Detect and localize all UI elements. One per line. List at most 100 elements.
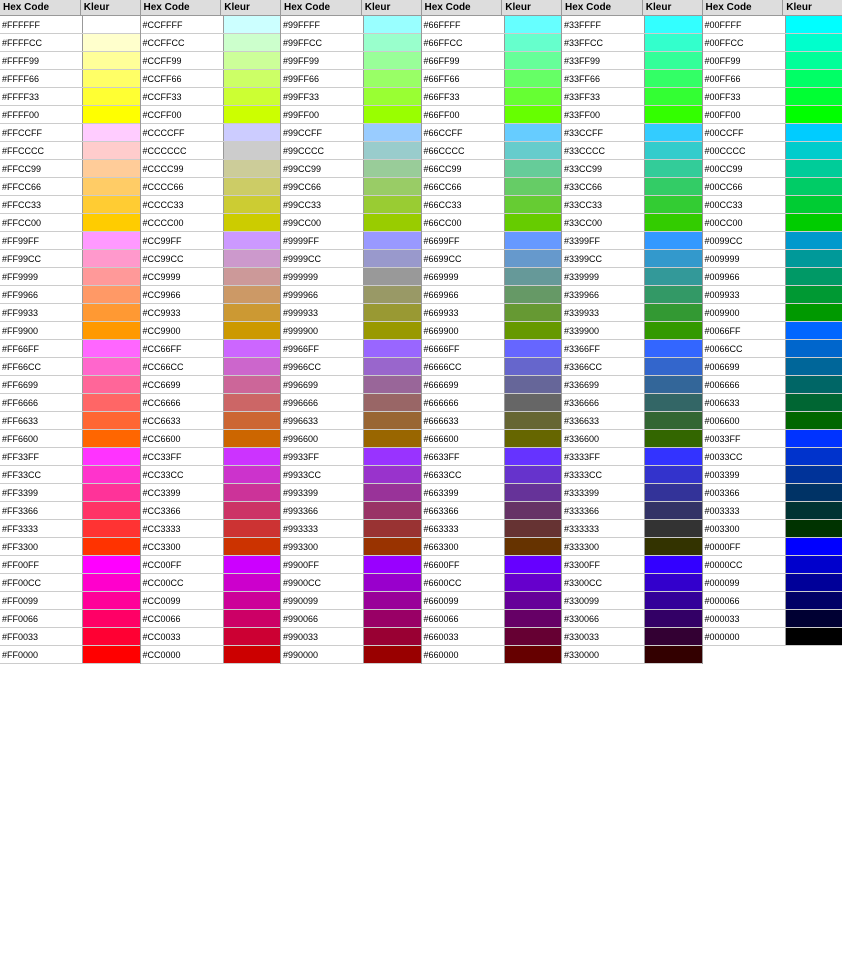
color-swatch[interactable]: [364, 268, 420, 285]
color-row[interactable]: #CCCC33: [141, 196, 281, 214]
color-row[interactable]: #CC3300: [141, 538, 281, 556]
color-swatch[interactable]: [505, 16, 561, 33]
color-swatch[interactable]: [645, 178, 701, 195]
color-row[interactable]: #FF6666: [0, 394, 140, 412]
color-swatch[interactable]: [786, 142, 842, 159]
color-row[interactable]: #66FFCC: [422, 34, 562, 52]
color-row[interactable]: #00CC66: [703, 178, 842, 196]
color-row[interactable]: #66FF99: [422, 52, 562, 70]
color-swatch[interactable]: [364, 304, 420, 321]
color-row[interactable]: #669933: [422, 304, 562, 322]
color-row[interactable]: #66FFFF: [422, 16, 562, 34]
color-swatch[interactable]: [645, 88, 701, 105]
color-swatch[interactable]: [83, 358, 139, 375]
color-row[interactable]: #33FF99: [562, 52, 702, 70]
color-row[interactable]: #993399: [281, 484, 421, 502]
color-row[interactable]: #33FF00: [562, 106, 702, 124]
color-swatch[interactable]: [786, 466, 842, 483]
color-row[interactable]: #FFFF66: [0, 70, 140, 88]
color-swatch[interactable]: [786, 268, 842, 285]
color-row[interactable]: #FF3300: [0, 538, 140, 556]
color-row[interactable]: #FF9933: [0, 304, 140, 322]
color-swatch[interactable]: [505, 394, 561, 411]
color-row[interactable]: #CC33FF: [141, 448, 281, 466]
color-swatch[interactable]: [505, 268, 561, 285]
color-row[interactable]: #CC99CC: [141, 250, 281, 268]
color-row[interactable]: #99FF99: [281, 52, 421, 70]
color-row[interactable]: #66CC00: [422, 214, 562, 232]
color-swatch[interactable]: [83, 250, 139, 267]
color-row[interactable]: #333399: [562, 484, 702, 502]
color-swatch[interactable]: [786, 16, 842, 33]
color-row[interactable]: #CCFF00: [141, 106, 281, 124]
color-swatch[interactable]: [83, 322, 139, 339]
color-row[interactable]: #990033: [281, 628, 421, 646]
color-swatch[interactable]: [224, 574, 280, 591]
color-swatch[interactable]: [364, 376, 420, 393]
color-row[interactable]: #996666: [281, 394, 421, 412]
color-swatch[interactable]: [505, 142, 561, 159]
color-swatch[interactable]: [364, 592, 420, 609]
color-swatch[interactable]: [645, 250, 701, 267]
color-swatch[interactable]: [505, 232, 561, 249]
color-row[interactable]: #FF3399: [0, 484, 140, 502]
color-swatch[interactable]: [224, 214, 280, 231]
color-swatch[interactable]: [505, 340, 561, 357]
color-row[interactable]: #FF9999: [0, 268, 140, 286]
color-row[interactable]: #CC6699: [141, 376, 281, 394]
color-row[interactable]: #3366FF: [562, 340, 702, 358]
color-swatch[interactable]: [505, 214, 561, 231]
color-swatch[interactable]: [83, 178, 139, 195]
color-row[interactable]: #FFFFFF: [0, 16, 140, 34]
color-row[interactable]: #330000: [562, 646, 702, 664]
color-row[interactable]: #9966FF: [281, 340, 421, 358]
color-row[interactable]: #CC3366: [141, 502, 281, 520]
color-swatch[interactable]: [83, 232, 139, 249]
color-swatch[interactable]: [224, 52, 280, 69]
color-row[interactable]: #FFCC99: [0, 160, 140, 178]
color-row[interactable]: #9933CC: [281, 466, 421, 484]
color-swatch[interactable]: [505, 484, 561, 501]
color-swatch[interactable]: [224, 394, 280, 411]
color-row[interactable]: #3300FF: [562, 556, 702, 574]
color-swatch[interactable]: [83, 646, 139, 663]
color-swatch[interactable]: [224, 304, 280, 321]
color-swatch[interactable]: [786, 232, 842, 249]
color-row[interactable]: #009900: [703, 304, 842, 322]
color-row[interactable]: #0000FF: [703, 538, 842, 556]
color-row[interactable]: #FF00FF: [0, 556, 140, 574]
color-swatch[interactable]: [364, 466, 420, 483]
color-row[interactable]: #3300CC: [562, 574, 702, 592]
color-row[interactable]: #993333: [281, 520, 421, 538]
color-swatch[interactable]: [505, 556, 561, 573]
color-row[interactable]: #660033: [422, 628, 562, 646]
color-swatch[interactable]: [224, 628, 280, 645]
color-swatch[interactable]: [83, 142, 139, 159]
color-swatch[interactable]: [645, 628, 701, 645]
color-swatch[interactable]: [786, 88, 842, 105]
color-row[interactable]: #003366: [703, 484, 842, 502]
color-swatch[interactable]: [505, 520, 561, 537]
color-row[interactable]: #00CC99: [703, 160, 842, 178]
color-swatch[interactable]: [224, 106, 280, 123]
color-swatch[interactable]: [224, 124, 280, 141]
color-swatch[interactable]: [83, 34, 139, 51]
color-swatch[interactable]: [83, 88, 139, 105]
color-row[interactable]: #006666: [703, 376, 842, 394]
color-row[interactable]: #990000: [281, 646, 421, 664]
color-swatch[interactable]: [224, 484, 280, 501]
color-row[interactable]: #663366: [422, 502, 562, 520]
color-row[interactable]: #FF99CC: [0, 250, 140, 268]
color-row[interactable]: #33FFCC: [562, 34, 702, 52]
color-row[interactable]: #3333CC: [562, 466, 702, 484]
color-swatch[interactable]: [645, 340, 701, 357]
color-row[interactable]: #99CC33: [281, 196, 421, 214]
color-row[interactable]: #66FF00: [422, 106, 562, 124]
color-row[interactable]: #33FF33: [562, 88, 702, 106]
color-row[interactable]: #66CC33: [422, 196, 562, 214]
color-swatch[interactable]: [505, 610, 561, 627]
color-swatch[interactable]: [505, 250, 561, 267]
color-row[interactable]: #330066: [562, 610, 702, 628]
color-swatch[interactable]: [786, 538, 842, 555]
color-row[interactable]: #00CCCC: [703, 142, 842, 160]
